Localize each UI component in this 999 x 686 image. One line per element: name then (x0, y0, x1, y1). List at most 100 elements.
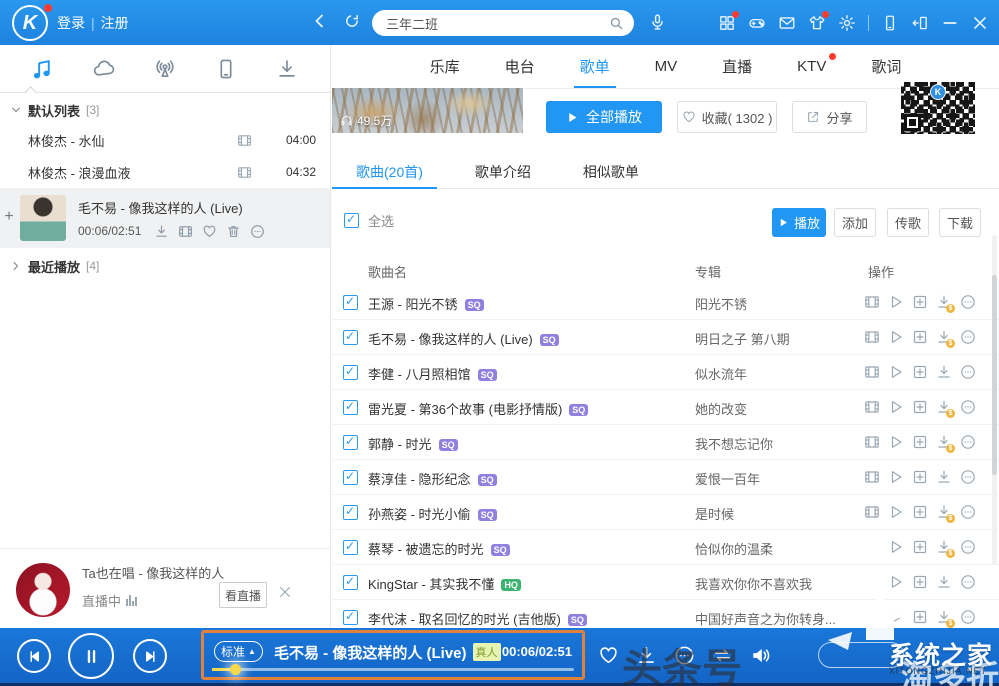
progress-bar[interactable] (212, 668, 574, 671)
mv-icon[interactable] (860, 399, 884, 415)
more-icon[interactable] (956, 434, 980, 450)
row-checkbox[interactable] (343, 365, 358, 380)
sound-effect-pill[interactable] (818, 642, 904, 668)
minimize-icon[interactable] (935, 8, 965, 38)
refresh-icon[interactable] (344, 12, 360, 30)
mv-icon[interactable] (237, 133, 252, 148)
mobile-transfer-icon[interactable] (875, 8, 905, 38)
volume-icon[interactable] (750, 645, 771, 666)
table-row[interactable]: 雷光夏 - 第36个故事 (电影抒情版)SQ她的改变$ (332, 390, 999, 425)
mv-icon[interactable] (860, 469, 884, 485)
content-tab-2[interactable]: 相似歌单 (583, 153, 639, 188)
download-icon[interactable]: $ (932, 539, 956, 555)
more-icon[interactable] (956, 399, 980, 415)
close-icon[interactable] (965, 8, 995, 38)
search-input[interactable]: 三年二班 (372, 10, 634, 36)
trash-icon[interactable] (226, 224, 241, 239)
download-button[interactable]: 下载 (939, 208, 981, 237)
app-logo-icon[interactable]: K (12, 5, 48, 41)
tab-local-music-icon[interactable] (23, 49, 63, 89)
row-checkbox[interactable] (343, 470, 358, 485)
voice-search-icon[interactable] (648, 13, 667, 32)
download-icon[interactable] (932, 364, 956, 380)
pause-button[interactable] (68, 633, 114, 679)
next-button[interactable] (133, 639, 167, 673)
add-to-playlist-icon[interactable] (908, 609, 932, 625)
transfer-button[interactable]: 传歌 (887, 208, 929, 237)
row-checkbox[interactable] (343, 435, 358, 450)
table-row[interactable]: 蔡淳佳 - 隐形纪念SQ爱恨一百年 (332, 460, 999, 495)
search-icon[interactable] (609, 16, 624, 31)
play-icon[interactable] (884, 364, 908, 380)
table-row[interactable]: 李健 - 八月照相馆SQ似水流年 (332, 355, 999, 390)
table-row[interactable]: KingStar - 其实我不懂HQ我喜欢你你不喜欢我 (332, 565, 999, 600)
mv-icon[interactable] (237, 165, 252, 180)
tab-device-icon[interactable] (206, 49, 246, 89)
add-to-playlist-icon[interactable] (908, 399, 932, 415)
play-icon[interactable] (884, 504, 908, 520)
favorite-button[interactable]: 收藏( 1302 ) (677, 101, 777, 133)
favorite-heart-icon[interactable] (598, 645, 619, 666)
download-icon[interactable]: $ (932, 609, 956, 625)
play-icon[interactable] (884, 434, 908, 450)
nav-item-2[interactable]: 歌单 (578, 45, 612, 88)
share-button[interactable]: 分享 (792, 101, 867, 133)
table-row[interactable]: 蔡琴 - 被遗忘的时光SQ恰似你的温柔$ (332, 530, 999, 565)
download-icon[interactable]: $ (932, 294, 956, 310)
back-icon[interactable] (312, 12, 328, 30)
add-to-playlist-icon[interactable] (908, 469, 932, 485)
row-checkbox[interactable] (343, 610, 358, 625)
mv-icon[interactable] (860, 364, 884, 380)
nav-item-5[interactable]: KTV (795, 47, 828, 86)
add-song-button[interactable]: + (2, 208, 16, 226)
tab-download-icon[interactable] (267, 49, 307, 89)
table-row[interactable]: 孙燕姿 - 时光小偷SQ是时候$ (332, 495, 999, 530)
select-all-checkbox[interactable] (344, 213, 359, 228)
table-row[interactable]: 郭静 - 时光SQ我不想忘记你$ (332, 425, 999, 460)
more-icon[interactable] (956, 609, 980, 625)
table-row[interactable]: 王源 - 阳光不锈SQ阳光不锈$ (332, 285, 999, 320)
play-icon[interactable] (884, 329, 908, 345)
play-mode-icon[interactable] (712, 645, 733, 666)
nav-item-4[interactable]: 直播 (720, 45, 754, 88)
row-checkbox[interactable] (343, 295, 358, 310)
mini-mode-icon[interactable] (905, 8, 935, 38)
progress-knob[interactable] (230, 664, 241, 675)
now-playing-item[interactable]: + 毛不易 - 像我这样的人 (Live) 00:06/02:51 (0, 188, 330, 248)
register-link[interactable]: 注册 (101, 13, 129, 33)
table-row[interactable]: 李代沫 - 取名回忆的时光 (吉他版)SQ中国好声音之为你转身...$ (332, 600, 999, 628)
heart-icon[interactable] (202, 224, 217, 239)
download-icon[interactable] (932, 469, 956, 485)
row-checkbox[interactable] (343, 575, 358, 590)
add-to-playlist-icon[interactable] (908, 364, 932, 380)
play-icon[interactable] (884, 294, 908, 310)
sidebar-song-1[interactable]: 林俊杰 - 浪漫血液 04:32 (0, 156, 330, 188)
apps-grid-icon[interactable] (712, 8, 742, 38)
sidebar-song-0[interactable]: 林俊杰 - 水仙 04:00 (0, 124, 330, 156)
nav-item-0[interactable]: 乐库 (428, 45, 462, 88)
nav-item-1[interactable]: 电台 (503, 45, 537, 88)
scrollbar[interactable] (992, 235, 997, 565)
content-tab-0[interactable]: 歌曲(20首) (356, 153, 423, 188)
add-to-playlist-icon[interactable] (908, 574, 932, 590)
play-icon[interactable] (884, 469, 908, 485)
previous-button[interactable] (17, 639, 51, 673)
add-to-playlist-icon[interactable] (908, 434, 932, 450)
content-tab-1[interactable]: 歌单介绍 (475, 153, 531, 188)
skin-shirt-icon[interactable] (802, 8, 832, 38)
row-checkbox[interactable] (343, 540, 358, 555)
nav-item-3[interactable]: MV (653, 47, 680, 86)
play-icon[interactable] (884, 539, 908, 555)
add-button[interactable]: 添加 (834, 208, 876, 237)
add-to-playlist-icon[interactable] (908, 539, 932, 555)
mv-icon[interactable] (860, 434, 884, 450)
quality-selector[interactable]: 标准▲ (214, 641, 263, 662)
add-to-playlist-icon[interactable] (908, 504, 932, 520)
live-streamer-avatar[interactable] (16, 563, 70, 617)
select-all[interactable]: 全选 (344, 211, 394, 230)
more-icon[interactable] (956, 294, 980, 310)
default-playlist-header[interactable]: 默认列表 [3] (0, 96, 330, 124)
more-icon[interactable] (250, 224, 265, 239)
play-selected-button[interactable]: 播放 (772, 208, 826, 237)
scrollbar-thumb[interactable] (992, 275, 997, 475)
